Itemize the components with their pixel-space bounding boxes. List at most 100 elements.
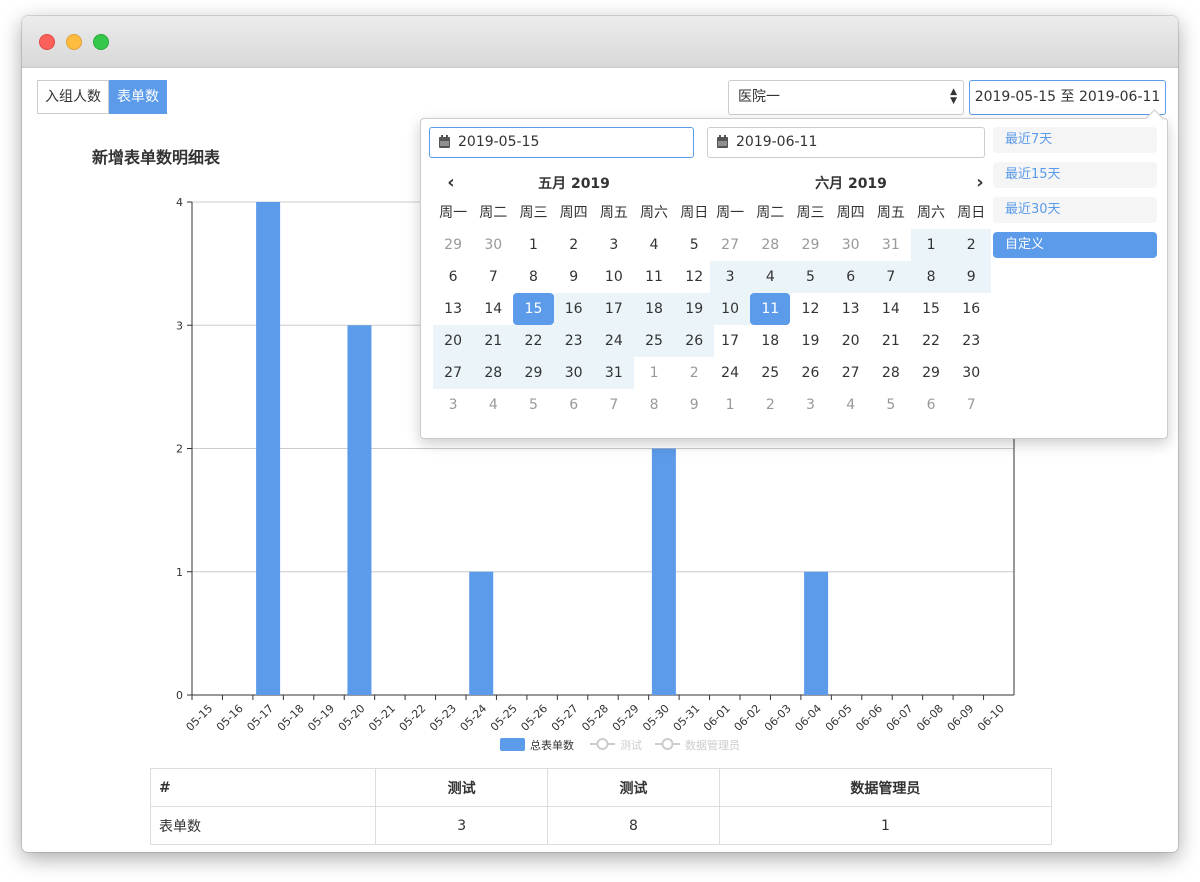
calendar-day[interactable]: 29 [911,357,951,389]
calendar-day[interactable]: 22 [513,325,554,357]
calendar-day[interactable]: 12 [674,261,714,293]
calendar-day[interactable]: 16 [553,293,594,325]
range-custom[interactable]: 自定义 [993,232,1157,258]
calendar-day[interactable]: 24 [593,325,634,357]
tab-enrollment[interactable]: 入组人数 [37,80,109,114]
calendar-day[interactable]: 23 [553,325,594,357]
calendar-day[interactable]: 2 [951,229,992,261]
calendar-day[interactable]: 16 [951,293,991,325]
calendar-day[interactable]: 20 [433,325,474,357]
start-date-input[interactable]: 2019-05-15 [429,127,694,158]
calendar-day[interactable]: 7 [870,261,911,293]
calendar-day[interactable]: 5 [674,229,714,261]
calendar-day[interactable]: 5 [871,389,911,421]
calendar-day[interactable]: 5 [790,261,831,293]
calendar-day[interactable]: 25 [750,357,790,389]
calendar-day[interactable]: 9 [674,389,714,421]
calendar-day[interactable]: 31 [871,229,911,261]
calendar-day[interactable]: 31 [593,357,634,389]
calendar-day[interactable]: 8 [634,389,674,421]
calendar-day[interactable]: 1 [634,357,674,389]
calendar-day[interactable]: 3 [433,389,473,421]
calendar-day[interactable]: 3 [594,229,634,261]
calendar-day[interactable]: 24 [710,357,750,389]
calendar-day[interactable]: 19 [790,325,830,357]
calendar-day[interactable]: 13 [831,293,871,325]
zoom-window-button[interactable] [93,34,109,50]
calendar-day[interactable]: 4 [750,261,791,293]
calendar-day[interactable]: 29 [513,357,554,389]
calendar-day[interactable]: 19 [674,293,715,325]
calendar-day[interactable]: 1 [513,229,553,261]
selected-day[interactable]: 15 [513,293,554,325]
calendar-day[interactable]: 2 [554,229,594,261]
calendar-day[interactable]: 28 [473,357,514,389]
close-window-button[interactable] [39,34,55,50]
range-last-30-days[interactable]: 最近30天 [993,197,1157,223]
tab-form-count[interactable]: 表单数 [109,80,167,114]
calendar-day[interactable]: 4 [473,389,513,421]
calendar-day[interactable]: 1 [910,229,952,261]
calendar-day[interactable]: 6 [433,261,473,293]
calendar-day[interactable]: 18 [750,325,790,357]
calendar-day[interactable]: 7 [951,389,991,421]
calendar-day[interactable]: 4 [831,389,871,421]
end-date-input[interactable]: 2019-06-11 [707,127,985,158]
calendar-day[interactable]: 1 [710,389,750,421]
calendar-day[interactable]: 10 [710,293,751,325]
chevron-left-icon[interactable]: ‹ [439,171,463,197]
calendar-day[interactable]: 13 [433,293,473,325]
calendar-day[interactable]: 11 [634,261,674,293]
calendar-day[interactable]: 14 [473,293,513,325]
selected-day[interactable]: 11 [750,293,791,325]
calendar-day[interactable]: 5 [513,389,553,421]
calendar-day[interactable]: 26 [674,325,715,357]
calendar-day[interactable]: 23 [951,325,991,357]
calendar-day[interactable]: 12 [790,293,830,325]
calendar-day[interactable]: 9 [554,261,594,293]
calendar-day[interactable]: 22 [911,325,951,357]
calendar-day[interactable]: 26 [790,357,830,389]
range-last-7-days[interactable]: 最近7天 [993,127,1157,153]
calendar-day[interactable]: 3 [710,261,751,293]
calendar-day[interactable]: 28 [750,229,790,261]
calendar-day[interactable]: 2 [674,357,714,389]
calendar-day[interactable]: 8 [513,261,553,293]
chevron-right-icon[interactable]: › [968,171,992,197]
calendar-day[interactable]: 6 [554,389,594,421]
calendar-day[interactable]: 14 [871,293,911,325]
calendar-day[interactable]: 20 [831,325,871,357]
calendar-day[interactable]: 4 [634,229,674,261]
range-last-15-days[interactable]: 最近15天 [993,162,1157,188]
calendar-day[interactable]: 28 [871,357,911,389]
hospital-select[interactable]: 医院一 ▲ ▼ [728,80,964,115]
calendar-day[interactable]: 30 [831,229,871,261]
calendar-day[interactable]: 17 [593,293,634,325]
calendar-day[interactable]: 18 [633,293,675,325]
calendar-day[interactable]: 7 [594,389,634,421]
calendar-day[interactable]: 6 [830,261,871,293]
calendar-day[interactable]: 30 [553,357,594,389]
calendar-day[interactable]: 15 [911,293,951,325]
calendar-day[interactable]: 29 [433,229,473,261]
calendar-day[interactable]: 21 [871,325,911,357]
calendar-day[interactable]: 2 [750,389,790,421]
calendar-day[interactable]: 29 [790,229,830,261]
calendar-day[interactable]: 27 [433,357,474,389]
calendar-day[interactable]: 27 [831,357,871,389]
calendar-day[interactable]: 25 [633,325,675,357]
stats-table: # 测试 测试 数据管理员 表单数 3 8 1 [149,768,1053,845]
minimize-window-button[interactable] [66,34,82,50]
calendar-day[interactable]: 30 [473,229,513,261]
calendar-day[interactable]: 21 [473,325,514,357]
calendar-day[interactable]: 9 [951,261,992,293]
calendar-day[interactable]: 7 [473,261,513,293]
calendar-day[interactable]: 17 [710,325,750,357]
calendar-day[interactable]: 10 [594,261,634,293]
calendar-day[interactable]: 30 [951,357,991,389]
calendar-day[interactable]: 27 [710,229,750,261]
date-range-input[interactable]: 2019-05-15 至 2019-06-11 [969,80,1166,115]
calendar-day[interactable]: 3 [790,389,830,421]
calendar-day[interactable]: 6 [911,389,951,421]
calendar-day[interactable]: 8 [910,261,952,293]
